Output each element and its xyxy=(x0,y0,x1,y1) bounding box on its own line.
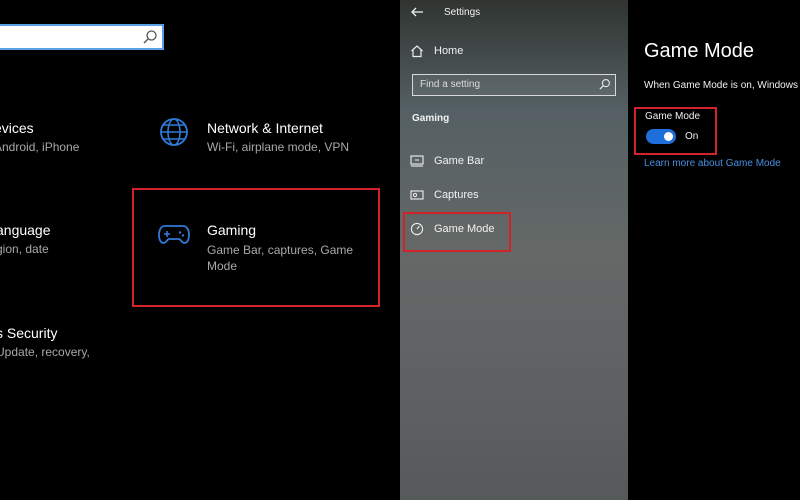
category-devices-desc: Android, iPhone xyxy=(0,140,80,154)
back-arrow-icon[interactable] xyxy=(410,6,424,18)
gaming-nav-pane: Settings Home Find a setting Gaming Game… xyxy=(400,0,628,500)
nav-game-mode[interactable]: Game Mode xyxy=(410,221,508,237)
toggle-knob xyxy=(664,132,673,141)
category-gaming-title: Gaming xyxy=(207,222,257,238)
gauge-icon xyxy=(410,222,424,236)
settings-search-input[interactable] xyxy=(0,24,164,50)
nav-home-label: Home xyxy=(434,45,464,57)
find-setting-placeholder: Find a setting xyxy=(420,79,481,90)
category-network[interactable]: Network & Internet Wi-Fi, airplane mode,… xyxy=(207,120,349,155)
home-icon xyxy=(411,45,423,58)
toggle-state-label: On xyxy=(685,131,699,142)
game-bar-icon xyxy=(410,155,424,167)
game-mode-toggle[interactable] xyxy=(646,129,676,144)
game-mode-setting-label: Game Mode xyxy=(645,111,701,122)
category-devices-title: evices xyxy=(0,120,34,136)
captures-icon xyxy=(410,190,424,200)
nav-captures[interactable]: Captures xyxy=(410,187,590,203)
nav-game-bar-label: Game Bar xyxy=(434,155,485,167)
category-gaming-desc-line1: Game Bar, captures, Game xyxy=(207,243,354,257)
page-title: Game Mode xyxy=(644,40,755,62)
category-network-title: Network & Internet xyxy=(207,120,323,136)
nav-captures-label: Captures xyxy=(434,189,479,201)
gamepad-icon xyxy=(158,225,190,244)
nav-home[interactable]: Home xyxy=(410,43,530,59)
category-gaming-desc-line2: Mode xyxy=(207,259,238,273)
category-language-desc: gion, date xyxy=(0,242,49,256)
globe-icon xyxy=(160,118,188,146)
settings-home-pane: evices Android, iPhone Network & Interne… xyxy=(0,0,400,500)
game-mode-description: When Game Mode is on, Windows xyxy=(644,80,798,91)
game-mode-settings-pane: Game Mode When Game Mode is on, Windows … xyxy=(628,0,800,500)
category-network-desc: Wi-Fi, airplane mode, VPN xyxy=(207,140,350,154)
section-title-gaming: Gaming xyxy=(412,113,450,124)
category-security-desc: Update, recovery, xyxy=(0,345,90,359)
category-devices[interactable]: evices Android, iPhone xyxy=(0,120,79,155)
category-gaming[interactable]: Gaming Game Bar, captures, Game Mode xyxy=(207,222,353,274)
search-icon[interactable] xyxy=(598,78,611,91)
nav-game-bar[interactable]: Game Bar xyxy=(410,153,590,169)
window-title: Settings xyxy=(444,7,481,18)
category-language-title: anguage xyxy=(0,222,51,238)
category-language[interactable]: anguage gion, date xyxy=(0,222,51,257)
search-icon[interactable] xyxy=(142,29,158,45)
nav-game-mode-label: Game Mode xyxy=(434,223,495,235)
category-security[interactable]: s Security Update, recovery, xyxy=(0,325,90,360)
learn-more-link[interactable]: Learn more about Game Mode xyxy=(644,158,781,169)
find-setting-input[interactable]: Find a setting xyxy=(412,74,616,96)
category-security-title: s Security xyxy=(0,325,58,341)
